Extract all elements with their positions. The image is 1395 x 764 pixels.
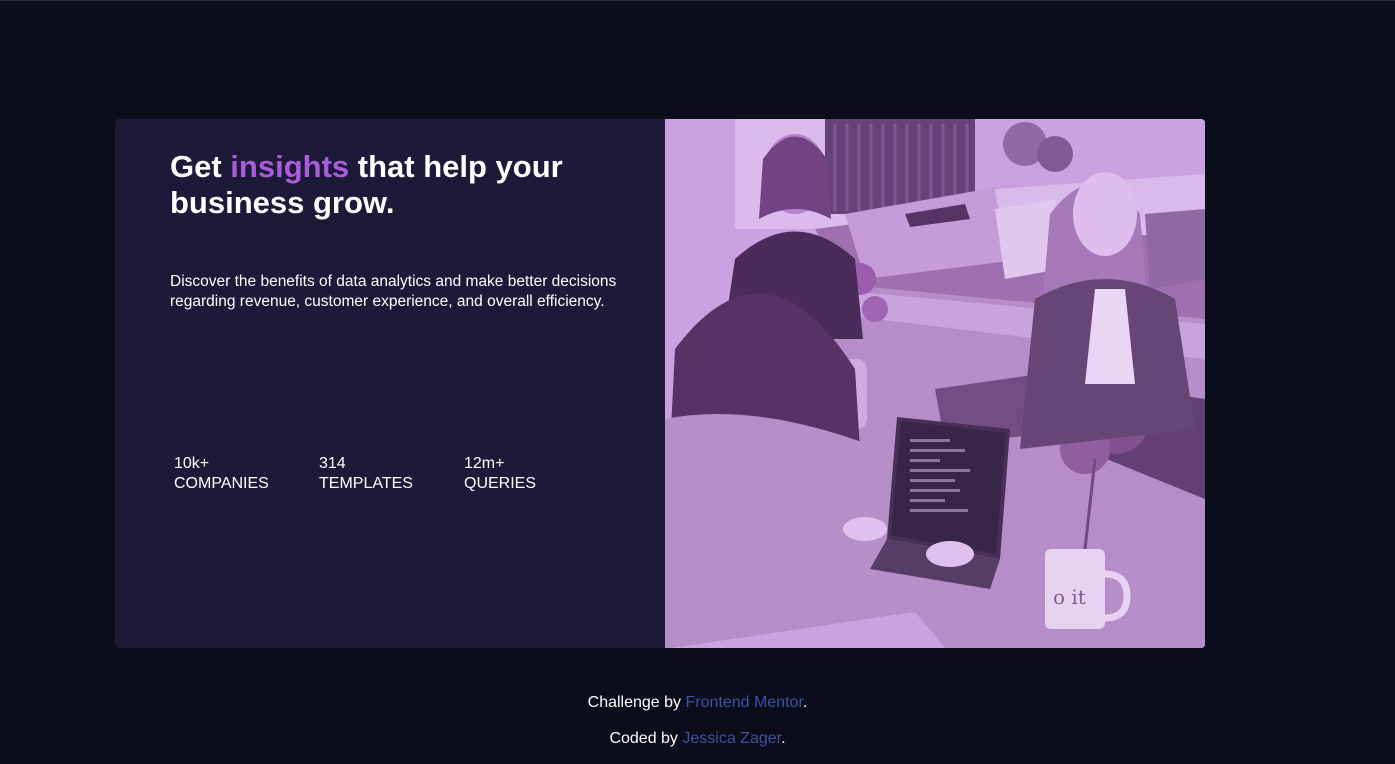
stat-templates: 314 TEMPLATES — [319, 454, 464, 494]
challenge-suffix: . — [802, 694, 808, 711]
description: Discover the benefits of data analytics … — [170, 273, 617, 310]
frontend-mentor-link[interactable]: Frontend Mentor — [685, 694, 802, 711]
challenge-prefix: Challenge by — [587, 694, 686, 711]
challenge-credit: Challenge by Frontend Mentor. — [0, 692, 1395, 714]
top-border — [0, 0, 1395, 1]
office-team-photo: o it — [665, 119, 1205, 648]
headline: Get insights that help your business gro… — [170, 149, 590, 221]
stat-companies: 10k+ COMPANIES — [174, 454, 319, 494]
stat-label: COMPANIES — [174, 475, 269, 492]
stat-label: QUERIES — [464, 475, 537, 492]
author-link[interactable]: Jessica Zager — [682, 730, 781, 747]
stat-value: 12m+ — [464, 455, 505, 472]
coder-credit: Coded by Jessica Zager. — [0, 728, 1395, 750]
headline-accent: insights — [230, 149, 350, 184]
stats-list: 10k+ COMPANIES 314 TEMPLATES 12m+ QUERIE… — [174, 454, 609, 494]
attribution: Challenge by Frontend Mentor. Coded by J… — [0, 692, 1395, 764]
coded-prefix: Coded by — [609, 730, 683, 747]
card-content: Get insights that help your business gro… — [115, 119, 665, 648]
coded-suffix: . — [781, 730, 786, 747]
photo-illustration: o it — [665, 119, 1205, 648]
stat-value: 314 — [319, 455, 346, 472]
stat-value: 10k+ — [174, 455, 210, 472]
stat-label: TEMPLATES — [319, 475, 413, 492]
headline-pre: Get — [170, 149, 231, 184]
stats-preview-card: Get insights that help your business gro… — [115, 119, 1205, 648]
stat-queries: 12m+ QUERIES — [464, 454, 609, 494]
